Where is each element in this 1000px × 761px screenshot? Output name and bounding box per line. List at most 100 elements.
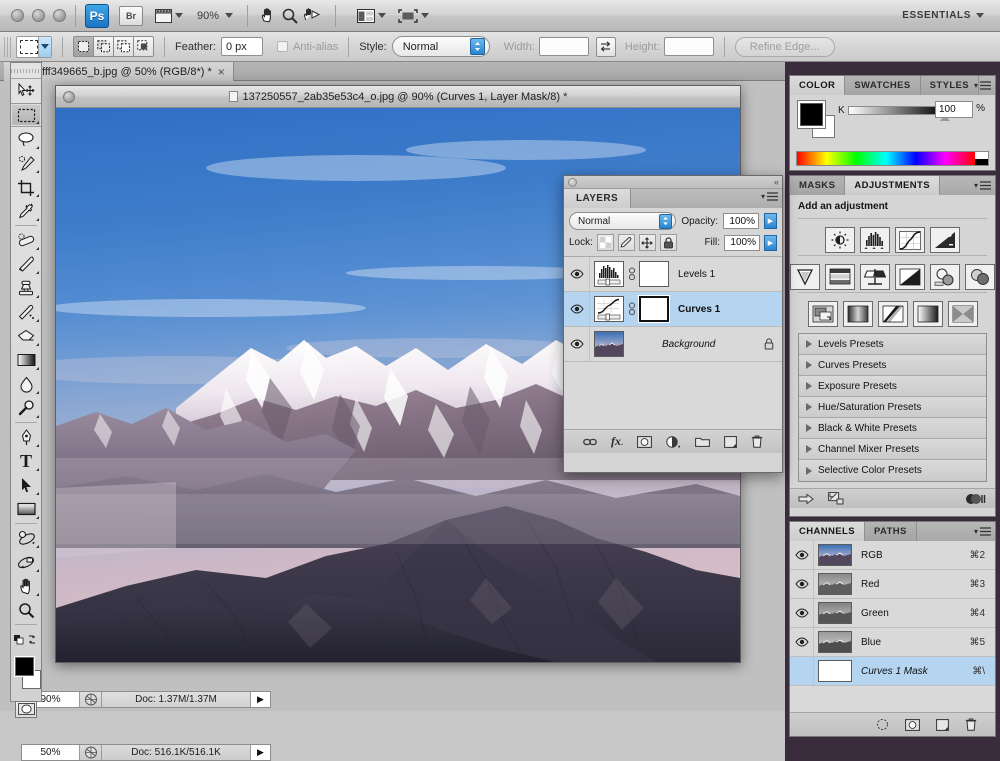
3d-orbit-tool[interactable] — [11, 550, 41, 574]
list-item[interactable]: Black & White Presets — [799, 418, 986, 439]
width-input[interactable] — [539, 37, 589, 56]
brightness-contrast-icon[interactable] — [825, 227, 855, 253]
rectangle-tool[interactable] — [11, 497, 41, 521]
lock-transparent-pixels-button[interactable] — [597, 234, 614, 251]
style-select[interactable]: Normal — [392, 36, 490, 57]
view-extras-menu[interactable] — [155, 9, 183, 23]
layer-name[interactable]: Curves 1 — [678, 304, 720, 315]
hand-tool-button[interactable] — [257, 6, 279, 26]
load-channel-as-selection-button[interactable] — [876, 718, 889, 731]
close-window-button[interactable] — [11, 9, 24, 22]
table-row[interactable]: Curves 1 Mask ⌘\ — [790, 657, 995, 686]
channel-thumbnail[interactable] — [818, 602, 852, 624]
type-tool[interactable]: T — [11, 449, 41, 473]
table-row[interactable]: Curves 1 — [564, 292, 782, 327]
layer-name[interactable]: Background — [662, 339, 715, 350]
channel-visibility-toggle[interactable] — [790, 541, 814, 569]
preview-proxy-icon[interactable] — [80, 692, 102, 707]
workspace-switcher[interactable]: ESSENTIALS — [894, 7, 992, 24]
channel-visibility-toggle[interactable] — [790, 657, 814, 685]
layer-mask-thumbnail[interactable] — [639, 261, 669, 287]
rectangular-marquee-tool[interactable] — [11, 103, 41, 127]
curves-icon[interactable] — [895, 227, 925, 253]
opacity-input[interactable]: 100% — [723, 213, 759, 229]
photo-filter-icon[interactable] — [930, 264, 960, 290]
table-row[interactable]: Blue ⌘5 — [790, 628, 995, 657]
screen-mode-menu[interactable] — [398, 9, 429, 23]
table-row[interactable]: Green ⌘4 — [790, 599, 995, 628]
new-fill-adjustment-button[interactable] — [666, 436, 681, 448]
save-selection-as-channel-button[interactable] — [905, 719, 920, 731]
layers-panel-menu-button[interactable]: ▾ — [761, 192, 778, 201]
channel-name[interactable]: Red — [861, 579, 879, 590]
list-item[interactable]: Curves Presets — [799, 355, 986, 376]
threshold-icon[interactable] — [878, 301, 908, 327]
color-balance-icon[interactable] — [860, 264, 890, 290]
layer-thumbnail[interactable] — [594, 296, 624, 322]
layers-panel-titlebar[interactable]: « — [564, 176, 782, 189]
gradient-map-icon[interactable] — [913, 301, 943, 327]
default-colors-and-swap[interactable] — [11, 627, 41, 651]
zoom-percentage-field-secondary[interactable]: 50% — [22, 745, 80, 760]
hue-saturation-icon[interactable] — [825, 264, 855, 290]
layer-mask-thumbnail[interactable] — [639, 296, 669, 322]
preview-proxy-icon-secondary[interactable] — [80, 745, 102, 760]
tab-adjustments[interactable]: ADJUSTMENTS — [845, 176, 940, 195]
lock-all-button[interactable] — [660, 234, 677, 251]
minimize-window-button[interactable] — [32, 9, 45, 22]
rotate-view-tool-button[interactable] — [301, 6, 323, 26]
exposure-icon[interactable] — [930, 227, 960, 253]
opacity-slider-button[interactable]: ▶ — [764, 213, 777, 229]
posterize-icon[interactable] — [843, 301, 873, 327]
new-layer-button[interactable] — [724, 436, 737, 448]
channel-visibility-toggle[interactable] — [790, 628, 814, 656]
new-selection-button[interactable] — [73, 36, 94, 57]
table-row[interactable]: RGB ⌘2 — [790, 541, 995, 570]
zoom-window-button[interactable] — [53, 9, 66, 22]
k-channel-input[interactable]: 100 — [935, 101, 973, 118]
height-input[interactable] — [664, 37, 714, 56]
layer-thumbnail[interactable] — [594, 331, 624, 357]
foreground-color-swatch[interactable] — [15, 657, 34, 676]
tool-preset-picker[interactable] — [16, 36, 52, 58]
tab-layers[interactable]: LAYERS — [564, 189, 631, 208]
3d-rotate-tool[interactable] — [11, 526, 41, 550]
delete-channel-button[interactable] — [965, 718, 977, 731]
table-row[interactable]: Red ⌘3 — [790, 570, 995, 599]
refine-edge-button[interactable]: Refine Edge... — [735, 37, 835, 57]
list-item[interactable]: Hue/Saturation Presets — [799, 397, 986, 418]
swap-width-height-button[interactable] — [596, 37, 616, 57]
photoshop-home-button[interactable]: Ps — [85, 4, 109, 28]
channel-name[interactable]: Green — [861, 608, 889, 619]
list-item[interactable]: Channel Mixer Presets — [799, 439, 986, 460]
history-brush-tool[interactable] — [11, 300, 41, 324]
k-channel-slider[interactable] — [848, 106, 945, 115]
zoom-tool[interactable] — [11, 598, 41, 622]
lock-image-pixels-button[interactable] — [618, 234, 635, 251]
layers-panel-close-button[interactable] — [568, 178, 577, 187]
clip-to-layer-button[interactable] — [828, 492, 844, 505]
channel-mixer-icon[interactable] — [965, 264, 995, 290]
move-tool[interactable] — [11, 79, 41, 103]
fill-slider-button[interactable]: ▶ — [764, 235, 777, 251]
channel-thumbnail[interactable] — [818, 573, 852, 595]
status-menu-arrow[interactable]: ▶ — [250, 692, 270, 707]
link-mask-icon[interactable] — [627, 267, 636, 281]
table-row[interactable]: Levels 1 — [564, 257, 782, 292]
vibrance-icon[interactable] — [790, 264, 820, 290]
channel-name[interactable]: RGB — [861, 550, 883, 561]
list-item[interactable]: Exposure Presets — [799, 376, 986, 397]
eraser-tool[interactable] — [11, 324, 41, 348]
layer-name[interactable]: Levels 1 — [678, 269, 715, 280]
add-to-selection-button[interactable] — [93, 36, 114, 57]
quick-selection-tool[interactable] — [11, 151, 41, 175]
create-new-channel-button[interactable] — [936, 719, 949, 731]
fill-input[interactable]: 100% — [724, 235, 760, 251]
color-spectrum-ramp[interactable] — [796, 151, 989, 166]
hand-tool[interactable] — [11, 574, 41, 598]
blur-tool[interactable] — [11, 372, 41, 396]
pen-tool[interactable] — [11, 425, 41, 449]
color-panel-menu-button[interactable]: ▾ — [974, 76, 991, 95]
path-selection-tool[interactable] — [11, 473, 41, 497]
crop-tool[interactable] — [11, 175, 41, 199]
